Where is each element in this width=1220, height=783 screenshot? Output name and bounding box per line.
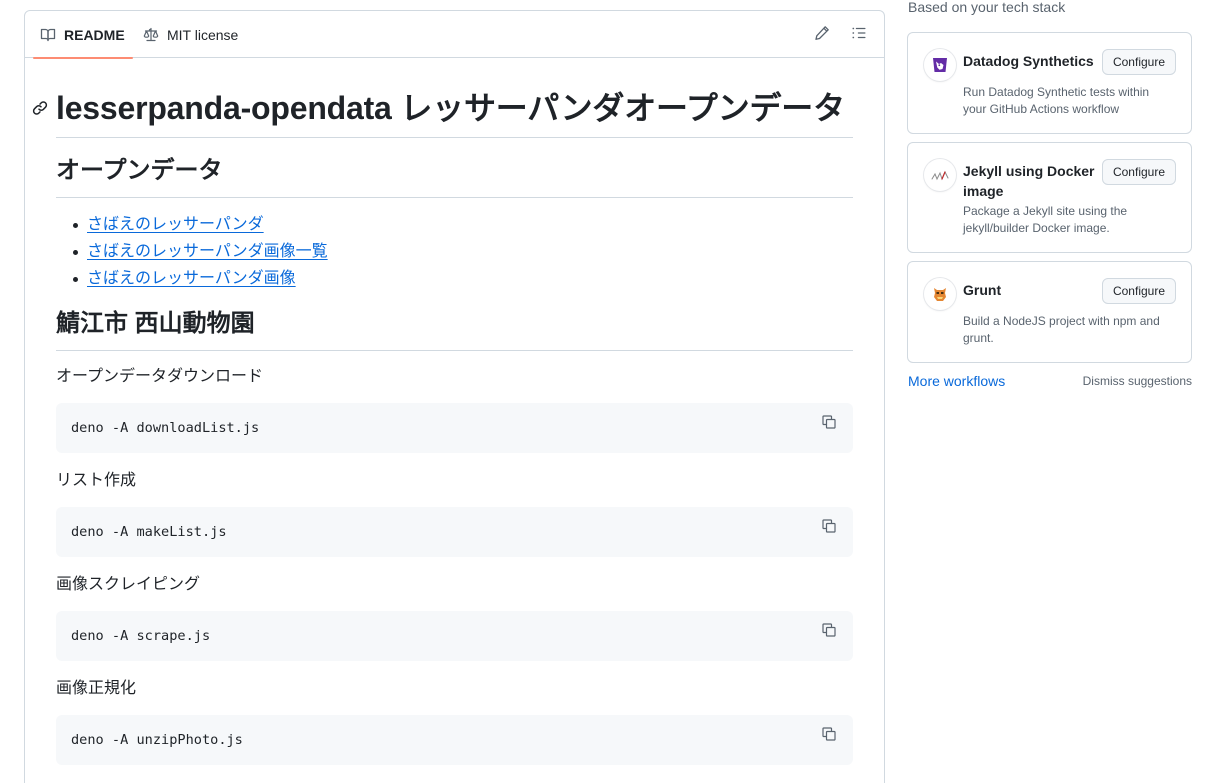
configure-button[interactable]: Configure xyxy=(1101,159,1176,185)
tab-readme-label: README xyxy=(64,26,125,43)
workflow-title: Jekyll using Docker image xyxy=(963,163,1095,199)
code-text: deno -A makeList.js xyxy=(71,524,227,540)
link-icon[interactable] xyxy=(32,100,48,121)
tab-license[interactable]: MIT license xyxy=(143,11,238,58)
copy-icon xyxy=(821,414,837,435)
workflow-title: Grunt xyxy=(963,282,1002,298)
more-workflows-link[interactable]: More workflows xyxy=(908,373,1005,389)
dismiss-suggestions-button[interactable]: Dismiss suggestions xyxy=(1083,374,1192,388)
copy-button[interactable] xyxy=(819,726,839,746)
grunt-logo-icon xyxy=(924,278,956,310)
workflow-card-grunt: Grunt Configure Build a NodeJS project w… xyxy=(907,261,1192,363)
law-icon xyxy=(143,27,159,43)
workflow-title: Datadog Synthetics xyxy=(963,53,1094,69)
copy-icon xyxy=(821,518,837,539)
step-label: 画像スクレイピング xyxy=(56,576,201,593)
step-label: 画像正規化 xyxy=(56,680,137,697)
copy-icon xyxy=(821,622,837,643)
copy-button[interactable] xyxy=(819,622,839,642)
suggestions-heading: Based on your tech stack xyxy=(908,0,1066,15)
outline-button[interactable] xyxy=(847,23,871,47)
list-item: さばえのレッサーパンダ画像一覧 xyxy=(56,242,328,269)
step-label: リスト作成 xyxy=(56,472,137,489)
readme-tab-bar: README MIT license xyxy=(25,11,884,59)
code-block: deno -A downloadList.js xyxy=(56,403,853,453)
workflow-description: Package a Jekyll site using the jekyll/b… xyxy=(963,204,1128,235)
page-title-container: lesserpanda-opendata レッサーパンダオープンデータ xyxy=(32,88,853,138)
pencil-icon xyxy=(814,25,830,46)
opendata-heading: オープンデータ xyxy=(56,157,223,184)
code-block: deno -A scrape.js xyxy=(56,611,853,661)
readme-panel: README MIT license lesserpanda-opendata … xyxy=(24,10,885,783)
workflow-description: Build a NodeJS project with npm and grun… xyxy=(963,314,1160,345)
list-item: さばえのレッサーパンダ画像 xyxy=(56,269,328,296)
code-text: deno -A scrape.js xyxy=(71,628,211,644)
book-icon xyxy=(40,27,56,43)
jekyll-logo-icon xyxy=(924,159,956,191)
code-block: deno -A makeList.js xyxy=(56,507,853,557)
workflow-description: Run Datadog Synthetic tests within your … xyxy=(963,85,1150,116)
code-text: deno -A unzipPhoto.js xyxy=(71,732,243,748)
copy-button[interactable] xyxy=(819,414,839,434)
zoo-heading-container: 鯖江市 西山動物園 xyxy=(56,309,853,351)
tab-readme[interactable]: README xyxy=(33,11,133,59)
zoo-heading: 鯖江市 西山動物園 xyxy=(56,310,255,337)
edit-readme-button[interactable] xyxy=(810,23,834,47)
opendata-heading-container: オープンデータ xyxy=(56,156,853,198)
copy-icon xyxy=(821,726,837,747)
configure-button[interactable]: Configure xyxy=(1101,49,1176,75)
list-icon xyxy=(851,25,867,46)
configure-button[interactable]: Configure xyxy=(1101,278,1176,304)
list-item: さばえのレッサーパンダ xyxy=(56,215,328,242)
step-label: オープンデータダウンロード xyxy=(56,368,264,385)
workflow-card-jekyll: Jekyll using Docker image Configure Pack… xyxy=(907,142,1192,253)
workflow-card-datadog: Datadog Synthetics Configure Run Datadog… xyxy=(907,32,1192,134)
tab-license-label: MIT license xyxy=(167,26,239,43)
opendata-link[interactable]: さばえのレッサーパンダ画像一覧 xyxy=(87,243,328,260)
copy-button[interactable] xyxy=(819,518,839,538)
datadog-logo-icon xyxy=(924,49,956,81)
opendata-link[interactable]: さばえのレッサーパンダ画像 xyxy=(87,270,296,287)
code-block: deno -A unzipPhoto.js xyxy=(56,715,853,765)
code-text: deno -A downloadList.js xyxy=(71,420,260,436)
opendata-links: さばえのレッサーパンダ さばえのレッサーパンダ画像一覧 さばえのレッサーパンダ画… xyxy=(56,215,328,296)
opendata-link[interactable]: さばえのレッサーパンダ xyxy=(87,216,264,233)
page-title: lesserpanda-opendata レッサーパンダオープンデータ xyxy=(56,90,845,126)
